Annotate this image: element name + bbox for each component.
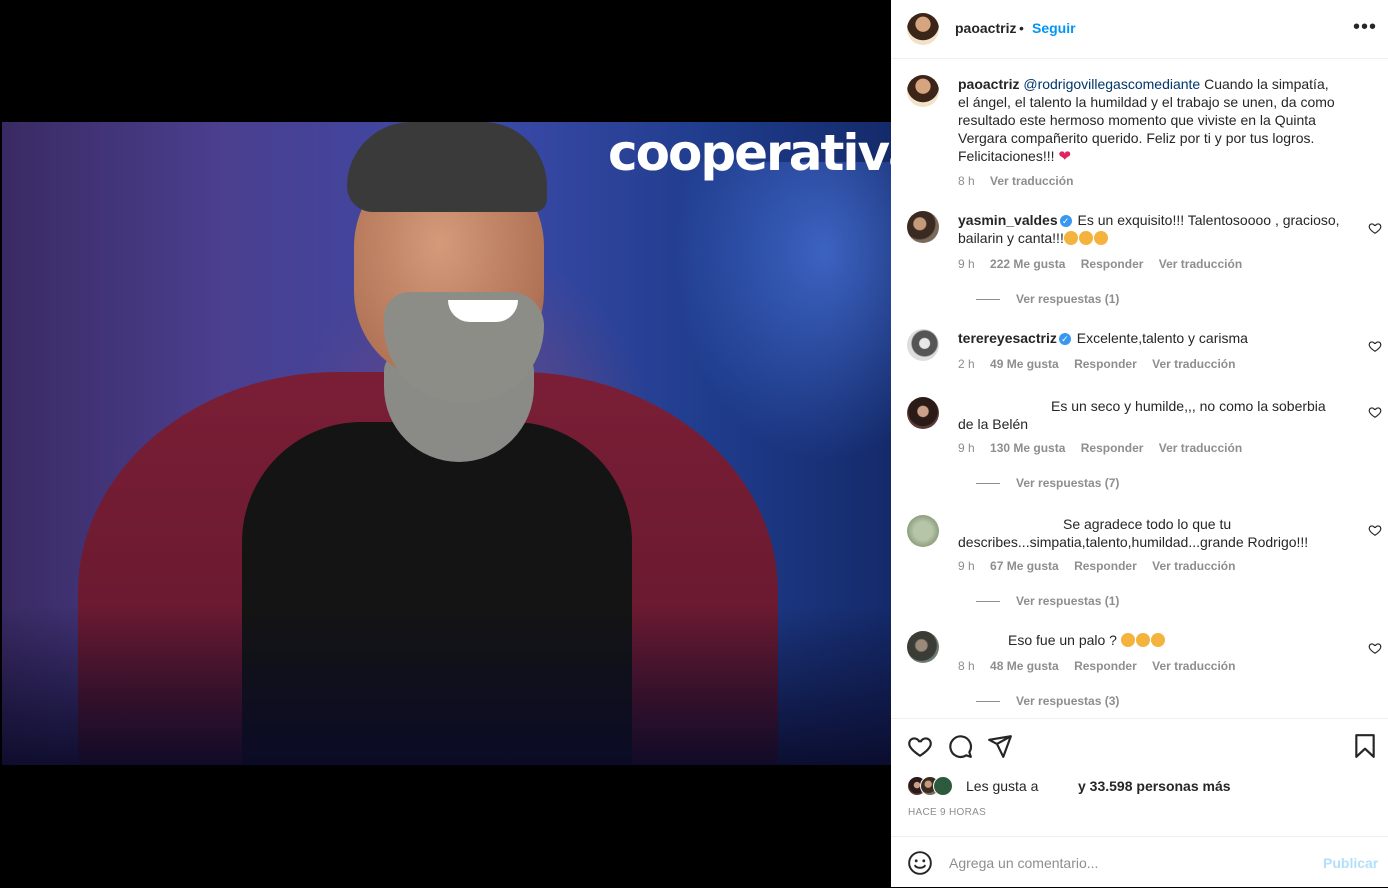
translate-button[interactable]: Ver traducción xyxy=(1152,659,1235,673)
heart-icon[interactable] xyxy=(1368,405,1382,419)
verified-icon: ✓ xyxy=(1059,215,1072,227)
view-replies-button[interactable]: Ver respuestas (3) xyxy=(976,694,1119,708)
author-username[interactable]: paoactriz xyxy=(955,20,1016,36)
caption-mention[interactable]: @rodrigovillegascomediante xyxy=(1023,76,1200,92)
heart-icon[interactable] xyxy=(1368,523,1382,537)
comment-username[interactable]: terereyesactriz xyxy=(958,330,1057,346)
clap-emoji xyxy=(1093,231,1108,245)
comment-meta: 8 h 48 Me gusta Responder Ver traducción xyxy=(958,659,1247,673)
reply-button[interactable]: Responder xyxy=(1074,357,1137,371)
comment-avatar[interactable] xyxy=(907,211,939,243)
view-replies-button[interactable]: Ver respuestas (7) xyxy=(976,476,1119,490)
verified-icon: ✓ xyxy=(1058,333,1071,345)
caption-text: paoactriz @rodrigovillegascomediante Cua… xyxy=(958,75,1343,166)
comment-text: terereyesactriz ✓ Excelente,talento y car… xyxy=(958,329,1343,347)
comment-body: Eso fue un palo ? xyxy=(1008,632,1121,648)
comment-likes[interactable]: 222 Me gusta xyxy=(990,257,1065,271)
comment-icon[interactable] xyxy=(947,733,973,759)
comment-body: Es un seco y humilde,,, no como la sober… xyxy=(958,398,1326,432)
reply-button[interactable]: Responder xyxy=(1074,659,1137,673)
more-icon[interactable]: ••• xyxy=(1353,16,1377,39)
likes-summary[interactable]: Les gusta a y 33.598 personas más xyxy=(907,776,1377,796)
comment-time: 2 h xyxy=(958,357,975,371)
post-timestamp: HACE 9 HORAS xyxy=(908,807,987,818)
caption-translate[interactable]: Ver traducción xyxy=(990,174,1073,188)
comment-likes[interactable]: 130 Me gusta xyxy=(990,441,1065,455)
comment-avatar[interactable] xyxy=(907,397,939,429)
view-replies-label: Ver respuestas (3) xyxy=(1016,694,1120,708)
reply-button[interactable]: Responder xyxy=(1081,257,1144,271)
comment-body: Excelente,talento y carisma xyxy=(1072,330,1248,346)
comment-text: Se agradece todo lo que tu describes...s… xyxy=(958,515,1343,551)
likes-prefix: Les gusta a xyxy=(966,778,1039,794)
comment-text: Eso fue un palo ? xyxy=(958,631,1343,649)
view-replies-button[interactable]: Ver respuestas (1) xyxy=(976,292,1119,306)
comment-avatar[interactable] xyxy=(907,515,939,547)
comment-time: 8 h xyxy=(958,659,975,673)
comment-body: Se agradece todo lo que tu describes...s… xyxy=(958,516,1309,550)
caption-username[interactable]: paoactriz xyxy=(958,76,1019,92)
comment-likes[interactable]: 49 Me gusta xyxy=(990,357,1059,371)
post-actions: Les gusta a y 33.598 personas más HACE 9… xyxy=(891,718,1388,837)
comment-time: 9 h xyxy=(958,441,975,455)
comments-list[interactable]: paoactriz @rodrigovillegascomediante Cua… xyxy=(891,59,1388,717)
comment-avatar[interactable] xyxy=(907,329,939,361)
view-replies-button[interactable]: Ver respuestas (1) xyxy=(976,594,1119,608)
author-avatar[interactable] xyxy=(907,13,939,45)
photo-smile xyxy=(448,300,518,322)
comment-composer: Publicar xyxy=(891,836,1388,888)
comment-input[interactable] xyxy=(947,851,1291,875)
view-replies-label: Ver respuestas (7) xyxy=(1016,476,1120,490)
liker-avatar xyxy=(933,776,953,796)
separator-dot: • xyxy=(1019,20,1024,36)
comment-text: yasmin_valdes ✓ Es un exquisito!!! Talent… xyxy=(958,211,1343,247)
bookmark-icon[interactable] xyxy=(1352,733,1378,759)
clap-emoji xyxy=(1063,231,1078,245)
laughing-emoji xyxy=(1150,633,1165,647)
astonished-emoji xyxy=(1120,633,1135,647)
comment-time: 9 h xyxy=(958,559,975,573)
laughing-emoji xyxy=(1135,633,1150,647)
translate-button[interactable]: Ver traducción xyxy=(1152,357,1235,371)
heart-icon[interactable] xyxy=(1368,339,1382,353)
stage-light xyxy=(671,162,891,462)
emoji-icon[interactable] xyxy=(907,850,933,876)
red-heart-emoji: ❤ xyxy=(1058,148,1071,165)
comment-meta: 9 h 222 Me gusta Responder Ver traducció… xyxy=(958,257,1254,271)
comment-meta: 9 h 67 Me gusta Responder Ver traducción xyxy=(958,559,1247,573)
translate-button[interactable]: Ver traducción xyxy=(1159,441,1242,455)
follow-button[interactable]: Seguir xyxy=(1032,20,1076,36)
comment-meta: 2 h 49 Me gusta Responder Ver traducción xyxy=(958,357,1247,371)
caption-meta: 8 h Ver traducción xyxy=(958,174,1085,188)
comment-likes[interactable]: 48 Me gusta xyxy=(990,659,1059,673)
post-media: cooperativa xyxy=(0,0,891,887)
brand-watermark: cooperativa xyxy=(608,124,891,182)
comment-likes[interactable]: 67 Me gusta xyxy=(990,559,1059,573)
translate-button[interactable]: Ver traducción xyxy=(1159,257,1242,271)
heart-icon[interactable] xyxy=(907,733,933,759)
caption-avatar[interactable] xyxy=(907,75,939,107)
share-icon[interactable] xyxy=(987,733,1013,759)
photo-hair xyxy=(347,122,547,212)
comment-text: Es un seco y humilde,,, no como la sober… xyxy=(958,397,1343,433)
caption-time: 8 h xyxy=(958,174,975,188)
likes-count[interactable]: y 33.598 personas más xyxy=(1078,778,1231,794)
heart-icon[interactable] xyxy=(1368,221,1382,235)
stage-shadow xyxy=(2,605,891,765)
view-replies-label: Ver respuestas (1) xyxy=(1016,594,1120,608)
view-replies-label: Ver respuestas (1) xyxy=(1016,292,1120,306)
reply-button[interactable]: Responder xyxy=(1081,441,1144,455)
comment-meta: 9 h 130 Me gusta Responder Ver traducció… xyxy=(958,441,1254,455)
reply-button[interactable]: Responder xyxy=(1074,559,1137,573)
comment-username[interactable]: yasmin_valdes xyxy=(958,212,1058,228)
post-header: paoactriz • Seguir ••• xyxy=(891,0,1388,59)
heart-icon[interactable] xyxy=(1368,641,1382,655)
translate-button[interactable]: Ver traducción xyxy=(1152,559,1235,573)
comment-time: 9 h xyxy=(958,257,975,271)
clap-emoji xyxy=(1078,231,1093,245)
publish-button[interactable]: Publicar xyxy=(1323,855,1378,871)
post-photo[interactable]: cooperativa xyxy=(2,122,891,765)
post-panel: paoactriz • Seguir ••• paoactriz @rodrig… xyxy=(891,0,1388,887)
comment-avatar[interactable] xyxy=(907,631,939,663)
